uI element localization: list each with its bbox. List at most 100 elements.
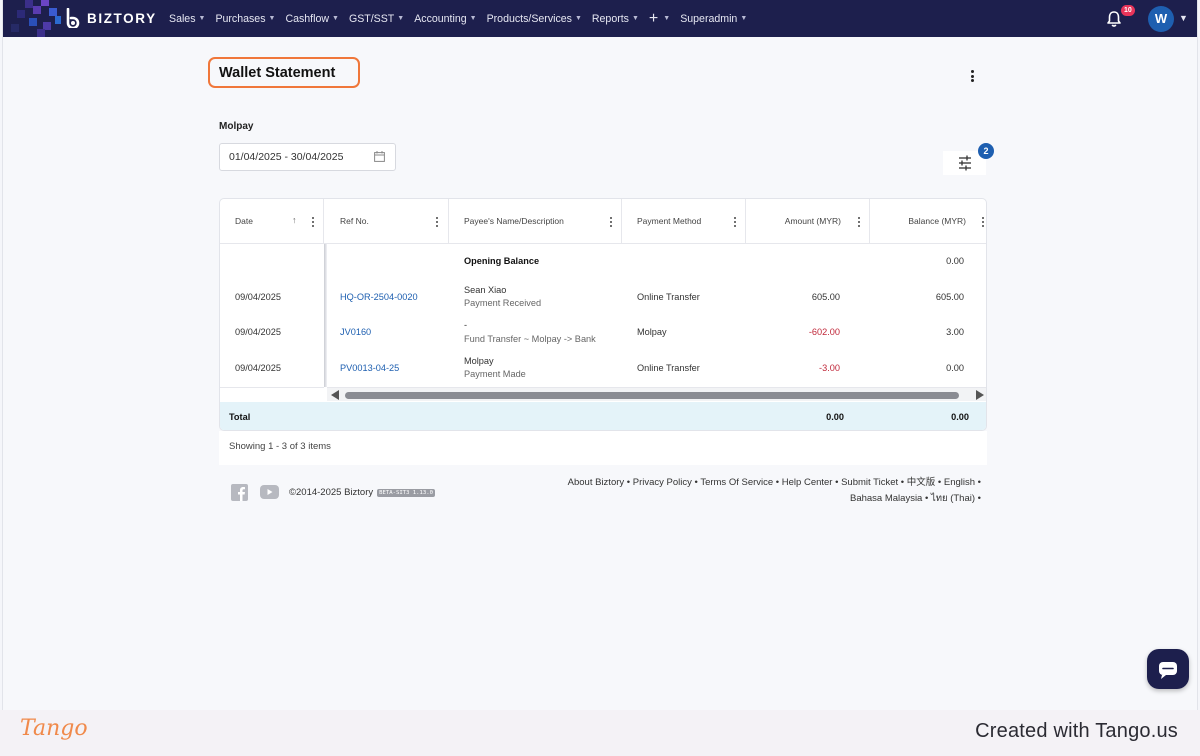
chevron-down-icon: ▼ — [332, 15, 339, 22]
menu-sales-label: Sales — [169, 12, 196, 25]
footer-link-english[interactable]: English — [944, 477, 975, 488]
user-avatar[interactable]: W — [1148, 6, 1174, 32]
column-header-method-label: Payment Method — [637, 216, 702, 226]
row-payee: - — [464, 320, 468, 330]
youtube-icon[interactable] — [260, 485, 279, 499]
brand-logo[interactable]: BIZTORY — [65, 8, 157, 28]
menu-accounting[interactable]: Accounting ▼ — [414, 13, 476, 25]
column-menu-icon[interactable] — [610, 217, 613, 227]
copyright-text: ©2014-2025 Biztory — [289, 487, 374, 498]
column-header-date[interactable]: Date ↑ — [220, 199, 324, 243]
menu-superadmin[interactable]: Superadmin ▼ — [680, 13, 747, 25]
column-header-balance-label: Balance (MYR) — [908, 216, 966, 226]
column-menu-icon[interactable] — [982, 217, 985, 227]
more-options-icon[interactable] — [967, 68, 977, 84]
row-payee: Sean Xiao — [464, 285, 507, 295]
scroll-left-icon[interactable] — [331, 390, 339, 400]
column-header-payee[interactable]: Payee's Name/Description — [449, 199, 622, 243]
column-header-amount-label: Amount (MYR) — [784, 216, 841, 226]
table-total-row: Total 0.00 0.00 — [220, 402, 986, 430]
frozen-scroll-spacer — [220, 387, 324, 401]
chevron-down-icon: ▼ — [663, 15, 671, 22]
menu-reports[interactable]: Reports ▼ — [592, 13, 639, 25]
main-menu: Sales ▼ Purchases ▼ Cashflow ▼ GST/SST ▼ Acc… — [169, 0, 757, 37]
total-amount: 0.00 — [826, 412, 844, 422]
row-amount: -602.00 — [808, 327, 840, 337]
table-header: Date ↑ Ref No. Payee's Name/Description … — [220, 199, 986, 244]
chat-icon — [1159, 662, 1177, 679]
column-menu-icon[interactable] — [312, 217, 315, 227]
total-label: Total — [229, 412, 251, 422]
date-range-picker[interactable]: 01/04/2025 - 30/04/2025 — [219, 143, 396, 171]
row-ref-link[interactable]: JV0160 — [340, 327, 371, 337]
tango-logo: Tango — [20, 716, 88, 741]
menu-cashflow[interactable]: Cashflow ▼ — [285, 13, 339, 25]
menu-gst-sst-label: GST/SST — [348, 12, 395, 25]
menu-products-services-label: Products/Services — [486, 12, 572, 25]
footer-link-malay[interactable]: Bahasa Malaysia — [850, 493, 922, 504]
copyright: ©2014-2025 Biztory BETA-SIT3 1.13.0 — [289, 487, 435, 498]
menu-quick-add[interactable]: + ▼ — [649, 10, 671, 27]
footer-link-thai[interactable]: ไทย (Thai) — [931, 493, 975, 504]
row-amount: 605.00 — [811, 292, 840, 302]
row-payment-method: Online Transfer — [637, 363, 700, 373]
row-description: Fund Transfer ~ Molpay -> Bank — [464, 334, 596, 344]
column-menu-icon[interactable] — [734, 217, 737, 227]
menu-sales[interactable]: Sales ▼ — [169, 13, 205, 25]
footer-link-terms[interactable]: Terms Of Service — [700, 477, 773, 488]
app-frame: BIZTORY Sales ▼ Purchases ▼ Cashflow ▼ GST/… — [2, 0, 1198, 710]
column-header-amount[interactable]: Amount (MYR) — [746, 199, 870, 243]
row-balance: 0.00 — [946, 363, 964, 373]
row-date: 09/04/2025 — [235, 327, 281, 337]
column-menu-icon[interactable] — [858, 217, 861, 227]
column-header-balance[interactable]: Balance (MYR) — [870, 199, 986, 243]
chevron-down-icon[interactable]: ▼ — [1179, 13, 1188, 23]
footer-link-privacy[interactable]: Privacy Policy — [633, 477, 692, 488]
top-navbar: BIZTORY Sales ▼ Purchases ▼ Cashflow ▼ GST/… — [3, 0, 1197, 37]
column-header-method[interactable]: Payment Method — [622, 199, 746, 243]
footer-link-ticket[interactable]: Submit Ticket — [841, 477, 898, 488]
footer-link-chinese[interactable]: 中文版 — [907, 477, 936, 488]
pagination-summary: Showing 1 - 3 of 3 items — [219, 431, 987, 465]
footer-link-help[interactable]: Help Center — [782, 477, 833, 488]
column-header-ref[interactable]: Ref No. — [324, 199, 449, 243]
menu-reports-label: Reports — [591, 12, 629, 25]
row-balance: 3.00 — [946, 327, 964, 337]
horizontal-scrollbar[interactable] — [327, 387, 986, 401]
scroll-right-icon[interactable] — [976, 390, 984, 400]
menu-purchases[interactable]: Purchases ▼ — [215, 13, 275, 25]
facebook-icon[interactable] — [231, 484, 248, 501]
chevron-down-icon: ▼ — [469, 15, 477, 22]
chat-button[interactable] — [1147, 649, 1189, 689]
menu-superadmin-label: Superadmin — [680, 12, 738, 25]
menu-cashflow-label: Cashflow — [285, 12, 330, 25]
row-ref-link[interactable]: PV0013-04-25 — [340, 363, 399, 373]
calendar-icon — [374, 151, 385, 162]
opening-balance-label: Opening Balance — [464, 256, 540, 266]
total-balance: 0.00 — [951, 412, 969, 422]
footer-link-about[interactable]: About Biztory — [568, 477, 625, 488]
column-header-payee-label: Payee's Name/Description — [464, 216, 564, 226]
row-date: 09/04/2025 — [235, 292, 281, 302]
footer-links: About Biztory • Privacy Policy • Terms O… — [567, 477, 981, 504]
scrollbar-thumb[interactable] — [345, 392, 959, 399]
chevron-down-icon: ▼ — [631, 15, 639, 22]
sort-ascending-icon[interactable]: ↑ — [292, 199, 297, 242]
menu-purchases-label: Purchases — [215, 12, 266, 25]
biztory-logo-icon — [66, 8, 80, 28]
column-menu-icon[interactable] — [436, 217, 439, 227]
row-payee: Molpay — [464, 356, 494, 366]
menu-gst-sst[interactable]: GST/SST ▼ — [349, 13, 404, 25]
date-range-value: 01/04/2025 - 30/04/2025 — [229, 151, 344, 163]
bell-icon[interactable] — [1105, 10, 1123, 28]
page-title: Wallet Statement — [219, 65, 336, 81]
frozen-column-divider — [324, 244, 327, 387]
version-badge: BETA-SIT3 1.13.0 — [377, 488, 435, 497]
row-date: 09/04/2025 — [235, 363, 281, 373]
chevron-down-icon: ▼ — [268, 15, 276, 22]
column-header-date-label: Date — [235, 216, 253, 226]
column-header-ref-label: Ref No. — [340, 216, 369, 226]
menu-products-services[interactable]: Products/Services ▼ — [487, 13, 582, 25]
wallet-name: Molpay — [219, 121, 254, 132]
row-ref-link[interactable]: HQ-OR-2504-0020 — [340, 292, 418, 302]
